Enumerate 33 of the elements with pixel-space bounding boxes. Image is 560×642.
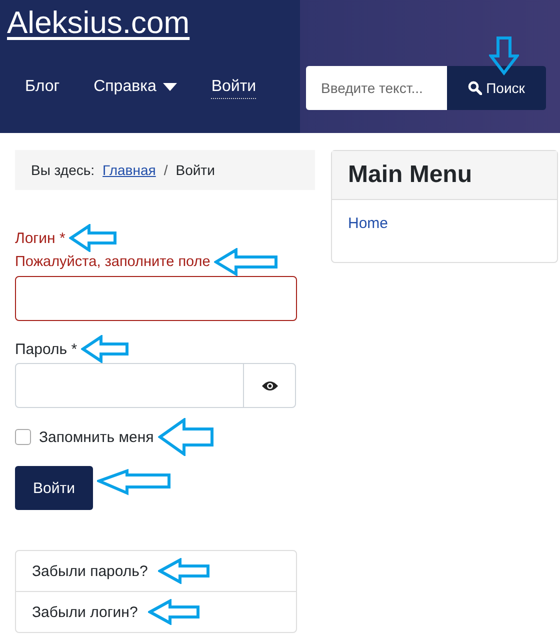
password-input-field[interactable] <box>15 363 244 408</box>
forgot-link[interactable]: Забыли логин? <box>32 604 138 620</box>
field-label: Логин * <box>15 230 66 246</box>
caret-icon <box>163 83 178 91</box>
remember-checkbox[interactable] <box>15 429 31 445</box>
login-button[interactable]: Войти <box>15 466 93 510</box>
menu-link[interactable]: Home <box>348 215 388 232</box>
annotation-arrow <box>158 418 214 456</box>
show-password-button[interactable] <box>243 363 296 408</box>
search-field[interactable]: Введите текст... <box>306 66 447 110</box>
error-message: Пожалуйста, заполните поле <box>15 254 210 270</box>
menu-title: Main Menu <box>332 151 557 200</box>
search-icon <box>468 81 482 95</box>
site-title-link[interactable]: Aleksius.com <box>7 5 190 41</box>
forgot-link[interactable]: Забыли пароль? <box>32 562 148 580</box>
annotation-arrow <box>158 558 210 584</box>
annotation-arrow <box>148 599 200 625</box>
breadcrumb-link[interactable]: Главная <box>102 162 156 178</box>
checkbox-label: Запомнить меня <box>39 428 154 446</box>
breadcrumb-current: Войти <box>176 162 215 178</box>
annotation-arrow <box>489 36 519 76</box>
annotation-arrow <box>81 335 130 363</box>
login-input-field[interactable] <box>15 276 297 321</box>
eye-icon <box>260 380 278 392</box>
breadcrumb-separator: / <box>164 162 168 178</box>
nav-link[interactable]: Войти <box>211 78 256 98</box>
nav-link[interactable]: Блог <box>25 78 60 98</box>
breadcrumb-label: Вы здесь: <box>31 162 95 178</box>
search-button[interactable]: Поиск <box>447 66 546 110</box>
nav-link[interactable]: Справка <box>94 78 178 98</box>
annotation-arrow <box>69 224 118 252</box>
annotation-arrow <box>214 248 278 276</box>
field-label: Пароль * <box>15 340 78 358</box>
